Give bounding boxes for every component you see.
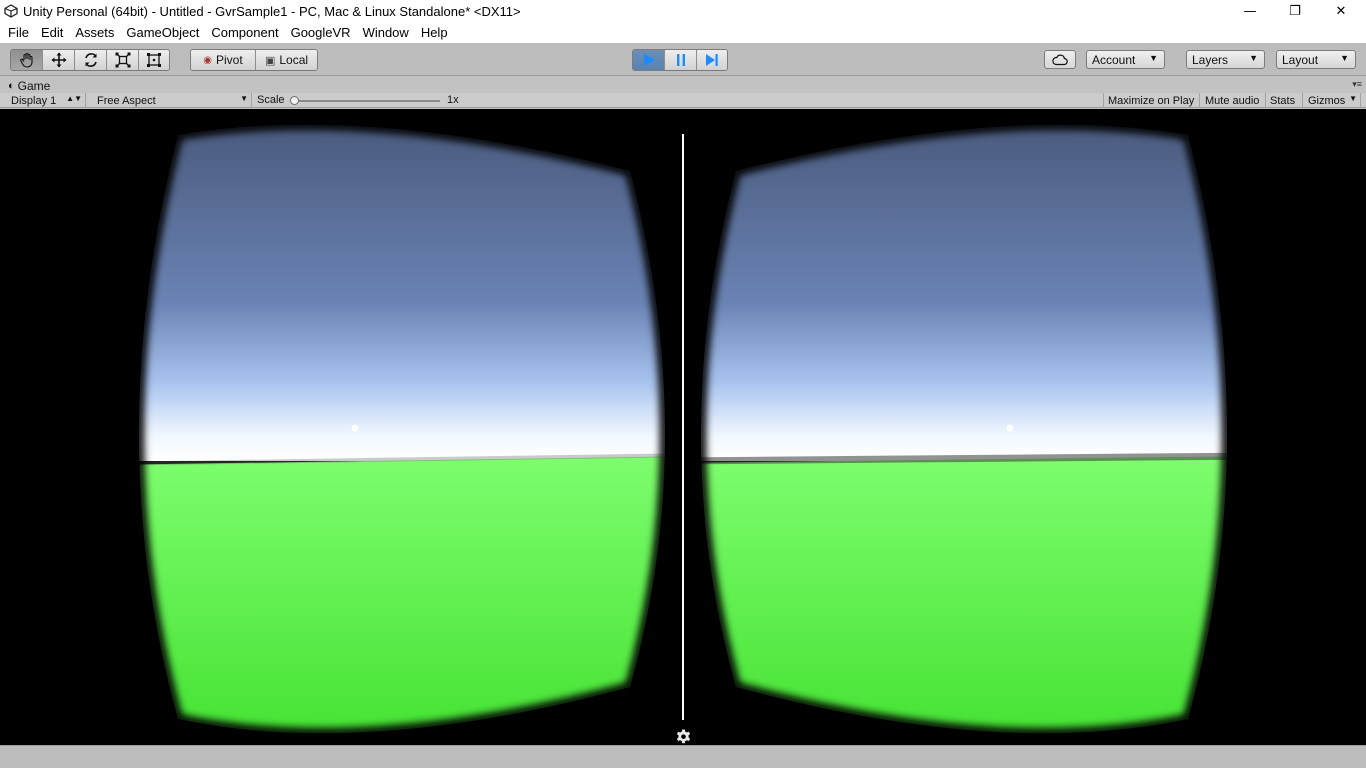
- rotate-tool-button[interactable]: [75, 50, 107, 70]
- hand-tool-button[interactable]: [11, 50, 43, 70]
- close-button[interactable]: ✕: [1318, 0, 1364, 22]
- menu-window[interactable]: Window: [357, 25, 415, 40]
- layout-label: Layout: [1282, 52, 1319, 67]
- hand-icon: [19, 52, 33, 68]
- stats-toggle[interactable]: Stats: [1266, 93, 1303, 108]
- account-dropdown[interactable]: Account ▼: [1086, 50, 1165, 69]
- rect-tool-button[interactable]: [139, 50, 169, 70]
- right-eye-view: [701, 124, 1227, 734]
- cloud-icon: [1052, 54, 1068, 65]
- account-label: Account: [1092, 52, 1136, 67]
- scale-slider-track[interactable]: [292, 100, 440, 102]
- window-title: Unity Personal (64bit) - Untitled - GvrS…: [23, 3, 521, 19]
- dropdown-arrow-icon: ▼: [1340, 53, 1349, 63]
- transform-tools: [10, 49, 170, 71]
- vr-center-divider: [682, 134, 684, 720]
- playback-controls: [632, 49, 728, 71]
- dropdown-arrow-icon: ▼: [1249, 53, 1258, 63]
- main-toolbar: ◉ Pivot ▣ Local Account ▼ Layers ▼ Layou…: [0, 43, 1366, 76]
- tab-game-label: Game: [17, 78, 51, 93]
- mute-label: Mute audio: [1205, 94, 1260, 107]
- left-eye-view: [139, 124, 665, 734]
- scale-tool-button[interactable]: [107, 50, 139, 70]
- gizmos-dropdown[interactable]: Gizmos ▼: [1303, 93, 1361, 108]
- scale-label: Scale: [257, 94, 285, 106]
- move-icon: [51, 52, 66, 68]
- pivot-icon: ◉: [203, 54, 213, 66]
- layout-dropdown[interactable]: Layout ▼: [1276, 50, 1356, 69]
- game-tab-bar: ◐ Game ▾≡: [0, 77, 1366, 93]
- move-tool-button[interactable]: [43, 50, 75, 70]
- menu-component[interactable]: Component: [205, 25, 284, 40]
- menu-file[interactable]: File: [2, 25, 35, 40]
- dropdown-arrow-icon: ▼: [240, 94, 248, 103]
- step-icon: [706, 54, 718, 66]
- local-label: Local: [279, 53, 309, 67]
- maximize-label: Maximize on Play: [1108, 94, 1195, 107]
- menu-gameobject[interactable]: GameObject: [120, 25, 205, 40]
- gizmos-label: Gizmos: [1308, 94, 1346, 107]
- gear-icon: [676, 729, 690, 743]
- scale-icon: [115, 52, 130, 68]
- rotate-icon: [84, 53, 97, 67]
- minimize-button[interactable]: —: [1227, 0, 1273, 22]
- aspect-label: Free Aspect: [97, 94, 156, 107]
- dropdown-arrow-icon: ▲▼: [66, 94, 82, 103]
- menu-assets[interactable]: Assets: [69, 25, 120, 40]
- mute-audio-toggle[interactable]: Mute audio: [1200, 93, 1266, 108]
- layers-dropdown[interactable]: Layers ▼: [1186, 50, 1265, 69]
- scale-value: 1x: [447, 94, 459, 106]
- aspect-dropdown[interactable]: Free Aspect ▼: [91, 93, 252, 108]
- menu-bar: File Edit Assets GameObject Component Go…: [0, 22, 1366, 43]
- game-view-controls: Display 1 ▲▼ Free Aspect ▼ Scale 1x Maxi…: [0, 93, 1366, 108]
- scale-slider-thumb[interactable]: [290, 96, 299, 105]
- pause-button[interactable]: [665, 50, 697, 70]
- pause-icon: [676, 54, 685, 66]
- play-button[interactable]: [633, 50, 665, 70]
- maximize-on-play-toggle[interactable]: Maximize on Play: [1103, 93, 1200, 108]
- menu-edit[interactable]: Edit: [35, 25, 69, 40]
- cloud-button[interactable]: [1044, 50, 1076, 69]
- dropdown-arrow-icon: ▼: [1149, 53, 1158, 63]
- tab-game[interactable]: ◐ Game: [4, 78, 50, 93]
- game-view[interactable]: [0, 109, 1366, 745]
- play-icon: [643, 54, 655, 66]
- cube-icon: ▣: [264, 54, 276, 67]
- step-button[interactable]: [697, 50, 727, 70]
- display-label: Display 1: [11, 94, 57, 107]
- tab-menu-icon[interactable]: ▾≡: [1352, 79, 1362, 90]
- window-titlebar: Unity Personal (64bit) - Untitled - GvrS…: [0, 0, 1366, 22]
- pivot-group: ◉ Pivot ▣ Local: [190, 49, 318, 71]
- game-controller-icon: ◐: [8, 79, 15, 92]
- menu-googlevr[interactable]: GoogleVR: [285, 25, 357, 40]
- dropdown-arrow-icon: ▼: [1349, 94, 1357, 103]
- unity-logo-icon: [0, 0, 22, 22]
- layers-label: Layers: [1192, 52, 1229, 67]
- pivot-label: Pivot: [216, 53, 243, 67]
- stats-label: Stats: [1270, 94, 1296, 107]
- local-toggle[interactable]: ▣ Local: [256, 50, 317, 70]
- rect-tool-icon: [147, 53, 161, 67]
- vr-settings-button[interactable]: [673, 727, 693, 745]
- display-dropdown[interactable]: Display 1 ▲▼: [5, 93, 86, 108]
- restore-button[interactable]: ❐: [1272, 0, 1318, 22]
- menu-help[interactable]: Help: [415, 25, 454, 40]
- pivot-toggle[interactable]: ◉ Pivot: [191, 50, 256, 70]
- status-bar: [0, 745, 1366, 768]
